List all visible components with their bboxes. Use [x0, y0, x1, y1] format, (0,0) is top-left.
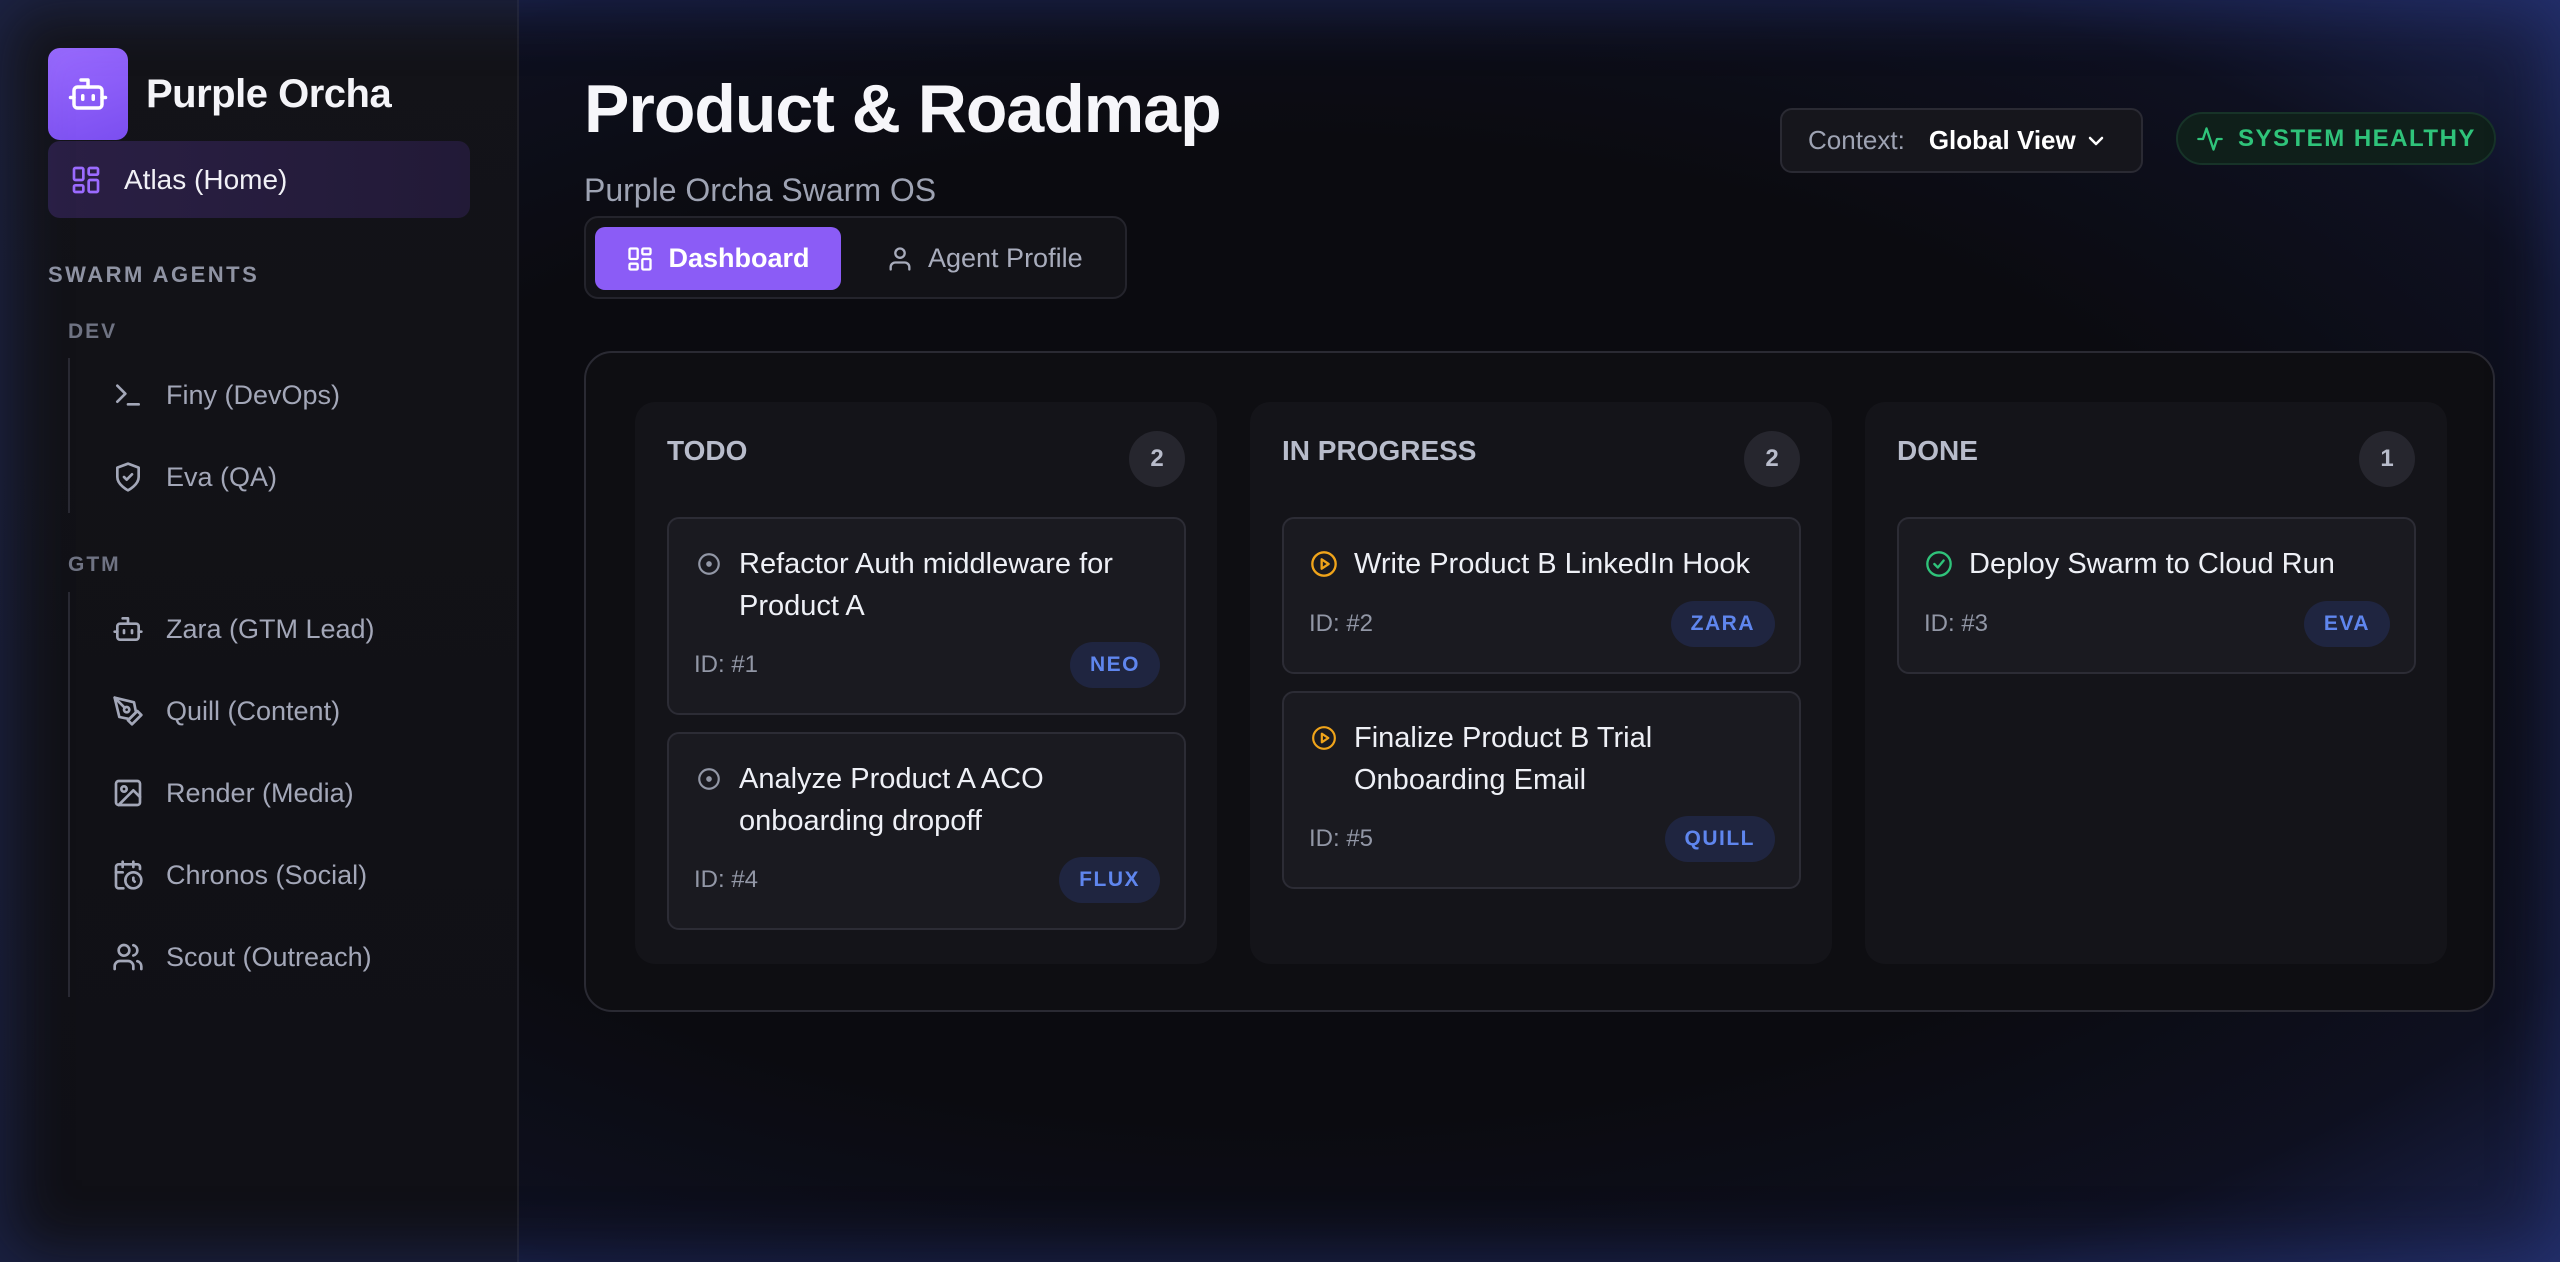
assignee-badge[interactable]: NEO — [1069, 642, 1160, 688]
sidebar-item-label: Finy (DevOps) — [166, 379, 341, 410]
sidebar-item-label: Render (Media) — [166, 777, 354, 808]
context-value: Global View — [1928, 125, 2076, 155]
task-id: ID: #2 — [1309, 610, 1374, 637]
layout-dashboard-icon — [70, 164, 102, 196]
task-card[interactable]: Write Product B LinkedIn Hook ID: #2 ZAR… — [1282, 517, 1801, 674]
brand[interactable]: Purple Orcha — [48, 48, 392, 140]
sidebar-item-atlas-home[interactable]: Atlas (Home) — [48, 141, 470, 218]
terminal-icon — [108, 375, 148, 415]
sidebar: Purple Orcha Atlas (Home) SWARM AGENTS D… — [0, 0, 519, 1262]
page-title: Product & Roadmap — [584, 71, 1222, 147]
play-circle-icon — [1308, 717, 1340, 759]
calendar-clock-icon — [108, 855, 148, 895]
pen-tool-icon — [108, 691, 148, 731]
brand-name: Purple Orcha — [146, 71, 392, 116]
view-tabs: Dashboard Agent Profile — [584, 216, 1127, 299]
column-in-progress: IN PROGRESS 2 Write Product B LinkedIn H… — [1250, 402, 1832, 964]
user-icon — [886, 245, 914, 273]
tab-agent-profile[interactable]: Agent Profile — [886, 227, 1083, 290]
task-id: ID: #5 — [1309, 825, 1374, 852]
image-icon — [108, 773, 148, 813]
group-title-gtm: GTM — [68, 553, 121, 576]
assignee-badge[interactable]: EVA — [2303, 601, 2390, 647]
column-title: DONE — [1897, 435, 1978, 466]
bot-icon — [108, 609, 148, 649]
column-todo: TODO 2 Refactor Auth middleware for Prod… — [635, 402, 1217, 964]
column-title: TODO — [667, 435, 748, 466]
activity-icon — [2196, 125, 2224, 153]
play-circle-icon — [1308, 543, 1340, 585]
task-title: Finalize Product B Trial Onboarding Emai… — [1354, 722, 1653, 796]
kanban-board: TODO 2 Refactor Auth middleware for Prod… — [584, 351, 2495, 1012]
assignee-badge[interactable]: ZARA — [1670, 601, 1775, 647]
circle-dot-icon — [693, 543, 725, 585]
assignee-badge[interactable]: FLUX — [1059, 857, 1160, 903]
sidebar-item-label: Zara (GTM Lead) — [166, 613, 375, 644]
chevron-down-icon — [2084, 129, 2108, 153]
task-card[interactable]: Refactor Auth middleware for Product A I… — [667, 517, 1186, 715]
layout-dashboard-icon — [626, 245, 654, 273]
column-count-badge: 2 — [1129, 431, 1185, 487]
column-done: DONE 1 Deploy Swarm to Cloud Run ID: #3 … — [1865, 402, 2447, 964]
status-text: SYSTEM HEALTHY — [2238, 124, 2476, 152]
task-card[interactable]: Finalize Product B Trial Onboarding Emai… — [1282, 691, 1801, 889]
sidebar-item-eva[interactable]: Eva (QA) — [108, 447, 277, 507]
page-subtitle: Purple Orcha Swarm OS — [584, 172, 937, 208]
sidebar-item-label: Atlas (Home) — [124, 163, 288, 195]
sidebar-item-finy[interactable]: Finy (DevOps) — [108, 365, 340, 425]
group-divider — [68, 592, 70, 997]
task-id: ID: #3 — [1924, 610, 1989, 637]
check-circle-icon — [1923, 543, 1955, 585]
sidebar-item-chronos[interactable]: Chronos (Social) — [108, 845, 367, 905]
task-title: Refactor Auth middleware for Product A — [739, 548, 1113, 622]
task-title: Write Product B LinkedIn Hook — [1354, 548, 1750, 580]
column-title: IN PROGRESS — [1282, 435, 1477, 466]
sidebar-item-label: Chronos (Social) — [166, 859, 368, 890]
sidebar-item-scout[interactable]: Scout (Outreach) — [108, 927, 372, 987]
group-divider — [68, 358, 70, 513]
sidebar-item-label: Quill (Content) — [166, 695, 341, 726]
task-id: ID: #1 — [694, 651, 759, 678]
column-count-badge: 2 — [1744, 431, 1800, 487]
sidebar-item-render[interactable]: Render (Media) — [108, 763, 354, 823]
column-count-badge: 1 — [2359, 431, 2415, 487]
context-label: Context: — [1808, 125, 1905, 155]
section-title-swarm-agents: SWARM AGENTS — [48, 262, 260, 287]
task-title: Analyze Product A ACO onboarding dropoff — [739, 763, 1044, 837]
sidebar-item-label: Scout (Outreach) — [166, 941, 372, 972]
task-card[interactable]: Deploy Swarm to Cloud Run ID: #3 EVA — [1897, 517, 2416, 674]
users-icon — [108, 937, 148, 977]
task-card[interactable]: Analyze Product A ACO onboarding dropoff… — [667, 732, 1186, 930]
sidebar-item-quill[interactable]: Quill (Content) — [108, 681, 340, 741]
sidebar-item-zara[interactable]: Zara (GTM Lead) — [108, 599, 375, 659]
context-selector[interactable]: Context: Global View — [1780, 108, 2143, 173]
tab-label: Dashboard — [668, 243, 810, 273]
assignee-badge[interactable]: QUILL — [1664, 816, 1775, 862]
circle-dot-icon — [693, 758, 725, 800]
task-id: ID: #4 — [694, 866, 759, 893]
sidebar-item-label: Eva (QA) — [166, 461, 278, 492]
task-title: Deploy Swarm to Cloud Run — [1969, 548, 2335, 580]
bot-logo-icon — [48, 48, 128, 140]
tab-dashboard[interactable]: Dashboard — [595, 227, 841, 290]
shield-check-icon — [108, 457, 148, 497]
tab-label: Agent Profile — [928, 243, 1083, 273]
group-title-dev: DEV — [68, 320, 118, 343]
system-status-badge: SYSTEM HEALTHY — [2176, 112, 2496, 165]
